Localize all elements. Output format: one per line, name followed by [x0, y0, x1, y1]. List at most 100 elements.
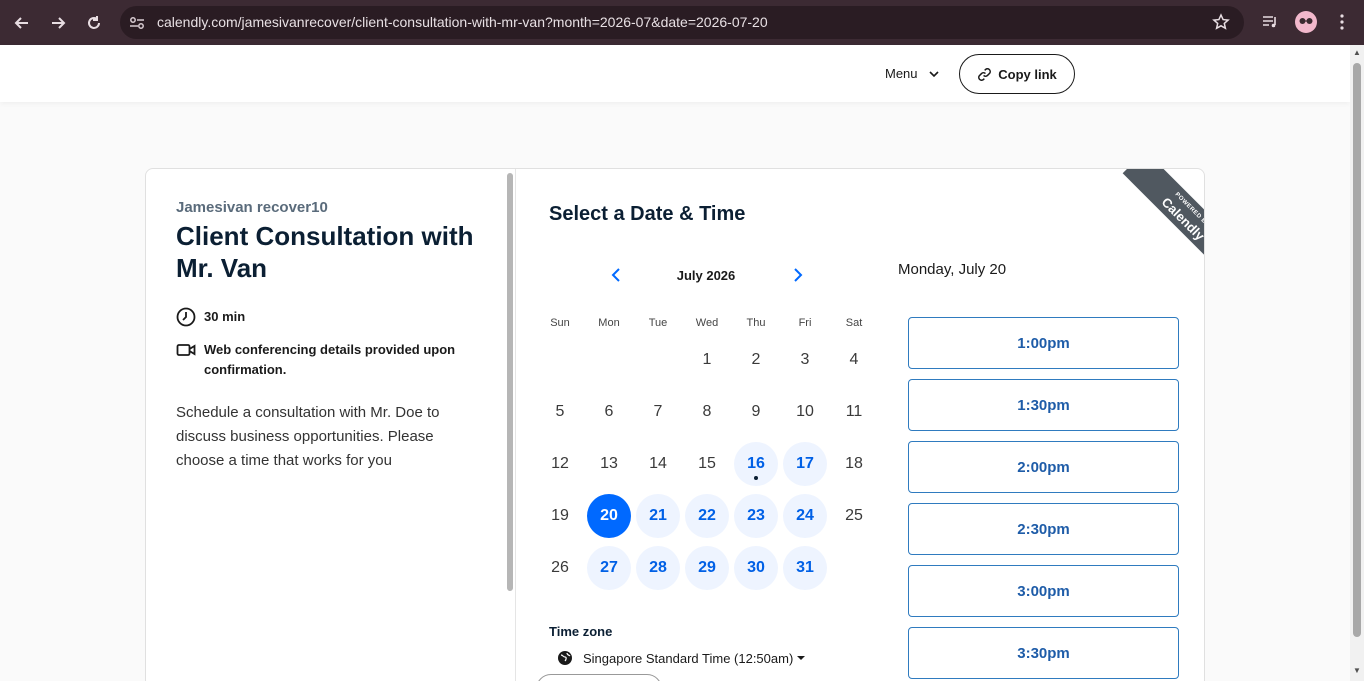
menu-button[interactable]: Menu [885, 66, 940, 81]
duration-text: 30 min [204, 309, 246, 324]
scroll-up-arrow-icon[interactable]: ▲ [1353, 49, 1361, 57]
weekday-label: Sun [550, 317, 570, 329]
more-menu-icon[interactable] [1331, 11, 1353, 33]
chevron-left-icon[interactable] [606, 265, 626, 285]
calendar-day-selected[interactable]: 20 [587, 494, 631, 538]
calendar-day: 26 [538, 546, 582, 590]
calendar-day-number: 19 [551, 507, 569, 524]
calendar-day-number: 27 [600, 559, 618, 576]
calendar-day[interactable]: 27 [587, 546, 631, 590]
copy-link-label: Copy link [998, 66, 1057, 82]
calendar-day[interactable]: 31 [783, 546, 827, 590]
event-title: Client Consultation with Mr. Van [176, 221, 474, 283]
calendar-day: 3 [783, 338, 827, 382]
calendar-day-number: 1 [702, 351, 712, 368]
calendar-day-number: 12 [551, 455, 569, 472]
calendar-day: 25 [832, 494, 876, 538]
event-duration: 30 min [176, 307, 245, 327]
powered-by-ribbon: POWERED BY Calendly [1122, 169, 1204, 279]
calendar-day[interactable]: 24 [783, 494, 827, 538]
profile-avatar[interactable] [1295, 11, 1317, 33]
calendar-day-number: 10 [796, 403, 814, 420]
selected-date-heading: Monday, July 20 [898, 261, 1007, 278]
calendar-day[interactable]: 16 [734, 442, 778, 486]
conferencing-text: Web conferencing details provided upon c… [204, 342, 456, 377]
calendar-day[interactable]: 23 [734, 494, 778, 538]
media-controls-icon[interactable] [1259, 11, 1281, 33]
chevron-right-icon[interactable] [788, 265, 808, 285]
address-bar[interactable]: calendly.com/jamesivanrecover/client-con… [120, 6, 1244, 39]
calendar-day: 9 [734, 390, 778, 434]
link-icon [978, 67, 992, 81]
timezone-selector[interactable]: Singapore Standard Time (12:50am) [557, 650, 806, 666]
calendar-day-number: 2 [751, 351, 761, 368]
time-slot-button[interactable]: 1:00pm [908, 317, 1179, 369]
weekday-label: Mon [598, 317, 620, 329]
calendar-day-number: 6 [604, 403, 614, 420]
calendar-day-number: 13 [600, 455, 618, 472]
calendar-day-number: 26 [551, 559, 569, 576]
calendar-day[interactable]: 22 [685, 494, 729, 538]
calendar-day: 13 [587, 442, 631, 486]
calendar-day-number: 20 [600, 507, 618, 524]
weekday-label: Sat [845, 317, 863, 329]
caret-down-icon [797, 656, 806, 660]
powered-by-badge[interactable]: POWERED BY Calendly [1094, 169, 1204, 279]
details-scrollbar[interactable] [507, 173, 513, 591]
time-slot-button[interactable]: 3:00pm [908, 565, 1179, 617]
calendar-day-number: 23 [747, 507, 765, 524]
scroll-down-arrow-icon[interactable]: ▼ [1353, 667, 1361, 675]
calendar-day[interactable]: 28 [636, 546, 680, 590]
calendar-day-number: 5 [555, 403, 565, 420]
calendar-day[interactable]: 29 [685, 546, 729, 590]
booking-card: Jamesivan recover10 Client Consultation … [145, 168, 1205, 681]
scrollbar-thumb[interactable] [1353, 63, 1361, 637]
current-month: July 2026 [676, 268, 736, 283]
reload-icon[interactable] [81, 10, 107, 36]
calendar-day: 15 [685, 442, 729, 486]
time-slot-button[interactable]: 3:30pm [908, 627, 1179, 679]
calendar-day-number: 28 [649, 559, 667, 576]
clock-icon [176, 307, 196, 327]
calendar-day-number: 22 [698, 507, 716, 524]
calendar-day[interactable]: 30 [734, 546, 778, 590]
time-slot-button[interactable]: 2:30pm [908, 503, 1179, 555]
video-camera-icon [176, 344, 196, 356]
url-text[interactable]: calendly.com/jamesivanrecover/client-con… [157, 14, 768, 30]
calendar-day: 11 [832, 390, 876, 434]
calendar-day-number: 14 [649, 455, 667, 472]
calendar-day[interactable]: 21 [636, 494, 680, 538]
timezone-value: Singapore Standard Time (12:50am) [583, 650, 794, 666]
page-scrollbar[interactable]: ▲ ▼ [1350, 45, 1364, 681]
calendar-day-number: 17 [796, 455, 814, 472]
calendar-day-number: 25 [845, 507, 863, 524]
calendar-day: 2 [734, 338, 778, 382]
troubleshoot-button[interactable] [536, 674, 662, 681]
calendar-day[interactable]: 17 [783, 442, 827, 486]
calendar-day: 14 [636, 442, 680, 486]
calendar-day-number: 15 [698, 455, 716, 472]
chevron-down-icon [928, 70, 939, 77]
weekday-label: Fri [798, 317, 812, 329]
bookmark-star-icon[interactable] [1212, 13, 1230, 31]
back-icon[interactable] [9, 10, 35, 36]
weekday-label: Thu [746, 317, 766, 329]
copy-link-button[interactable]: Copy link [959, 54, 1075, 94]
time-slot-button[interactable]: 1:30pm [908, 379, 1179, 431]
time-slot-button[interactable]: 2:00pm [908, 441, 1179, 493]
weekday-label: Tue [648, 317, 668, 329]
calendar-day: 18 [832, 442, 876, 486]
page-header: Menu Copy link [0, 45, 1350, 102]
weekday-label: Wed [695, 317, 719, 329]
calendar-day-number: 4 [849, 351, 859, 368]
forward-icon[interactable] [45, 10, 71, 36]
calendar-day-number: 9 [751, 403, 761, 420]
menu-label: Menu [885, 66, 918, 81]
calendar-day: 1 [685, 338, 729, 382]
calendar-day-number: 29 [698, 559, 716, 576]
calendar-day-number: 31 [796, 559, 814, 576]
site-settings-icon[interactable] [128, 14, 146, 32]
timezone-label: Time zone [549, 624, 613, 639]
calendar-day: 19 [538, 494, 582, 538]
calendar-day-number: 21 [649, 507, 667, 524]
